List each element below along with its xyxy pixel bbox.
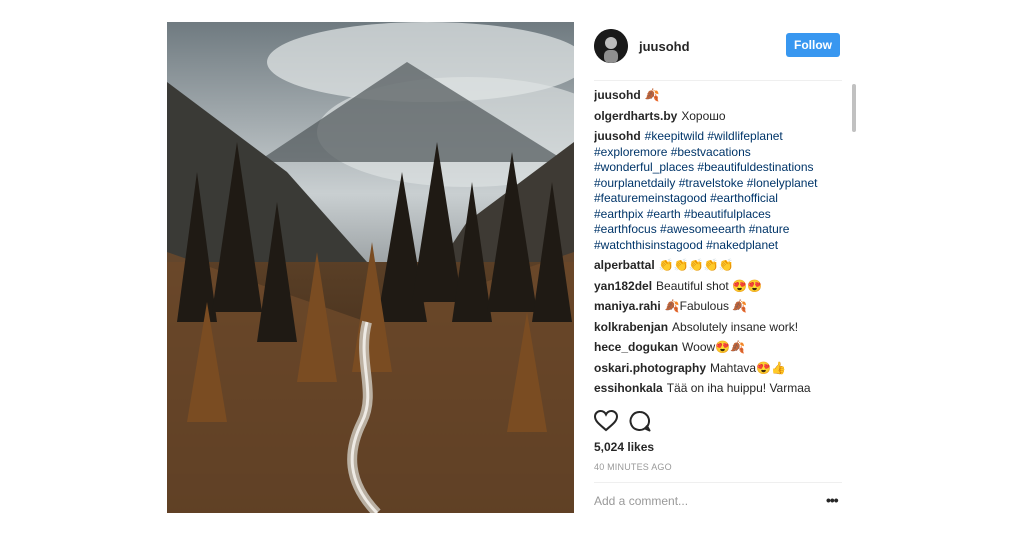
post-username[interactable]: juusohd: [639, 39, 690, 54]
comment-icon[interactable]: [628, 410, 652, 432]
comment-item: juusohd #keepitwild #wildlifeplanet #expl…: [594, 129, 830, 253]
more-options-icon[interactable]: •••: [826, 492, 839, 508]
comment-user[interactable]: yan182del: [594, 279, 652, 293]
comment-text: Tää on iha huippu! Varmaa: [666, 381, 811, 395]
comment-user[interactable]: essihonkala: [594, 381, 663, 395]
comment-item: hece_dogukan Woow😍🍂: [594, 340, 830, 356]
divider: [594, 482, 842, 483]
follow-button[interactable]: Follow: [786, 33, 840, 57]
comment-user[interactable]: oskari.photography: [594, 361, 706, 375]
comment-user[interactable]: hece_dogukan: [594, 340, 678, 354]
comment-user[interactable]: kolkrabenjan: [594, 320, 668, 334]
comment-user[interactable]: alperbattal: [594, 258, 655, 272]
comment-item: olgerdharts.by Хорошо: [594, 109, 830, 125]
comment-item: oskari.photography Mahtava😍👍: [594, 361, 830, 377]
comment-user[interactable]: olgerdharts.by: [594, 109, 677, 123]
post-panel: juusohd Follow juusohd 🍂 olgerdharts.by Хо…: [594, 22, 856, 513]
comment-text: Beautiful shot 😍😍: [656, 278, 762, 293]
profile-avatar-icon: [594, 29, 628, 63]
comment-text: Хорошо: [681, 108, 726, 123]
comment-hashtags[interactable]: #keepitwild #wildlifeplanet #exploremore…: [594, 129, 817, 252]
comment-item: juusohd 🍂: [594, 88, 830, 104]
comment-item: kolkrabenjan Absolutely insane work!: [594, 320, 830, 336]
forest-valley-image: [167, 22, 574, 513]
comment-item: maniya.rahi 🍂Fabulous 🍂: [594, 299, 830, 315]
post-photo: [167, 22, 574, 513]
comment-item: yan182del Beautiful shot 😍😍: [594, 279, 830, 295]
comment-user[interactable]: juusohd: [594, 129, 641, 143]
post-header: juusohd Follow: [594, 22, 842, 70]
add-comment-input[interactable]: [594, 494, 804, 508]
comment-text: 🍂: [644, 88, 660, 102]
comment-item: alperbattal 👏👏👏👏👏: [594, 258, 830, 274]
post-actions: [594, 410, 652, 432]
comments-scrollbar[interactable]: [852, 84, 856, 132]
heart-icon[interactable]: [594, 410, 618, 432]
comment-text: Absolutely insane work!: [672, 319, 799, 334]
comment-text: Mahtava😍👍: [710, 360, 786, 375]
comment-text: Woow😍🍂: [682, 340, 746, 354]
comment-text: 🍂Fabulous 🍂: [664, 299, 748, 313]
divider: [594, 80, 842, 81]
comment-text: 👏👏👏👏👏: [658, 258, 734, 272]
post-timestamp[interactable]: 40 MINUTES AGO: [594, 462, 672, 472]
comment-item: essihonkala Tää on iha huippu! Varmaa: [594, 381, 830, 397]
comment-user[interactable]: maniya.rahi: [594, 299, 661, 313]
comments-list[interactable]: juusohd 🍂 olgerdharts.by Хорошо juusohd #ke…: [594, 88, 850, 401]
avatar[interactable]: [594, 29, 628, 63]
likes-count[interactable]: 5,024 likes: [594, 440, 654, 454]
comment-user[interactable]: juusohd: [594, 88, 641, 102]
